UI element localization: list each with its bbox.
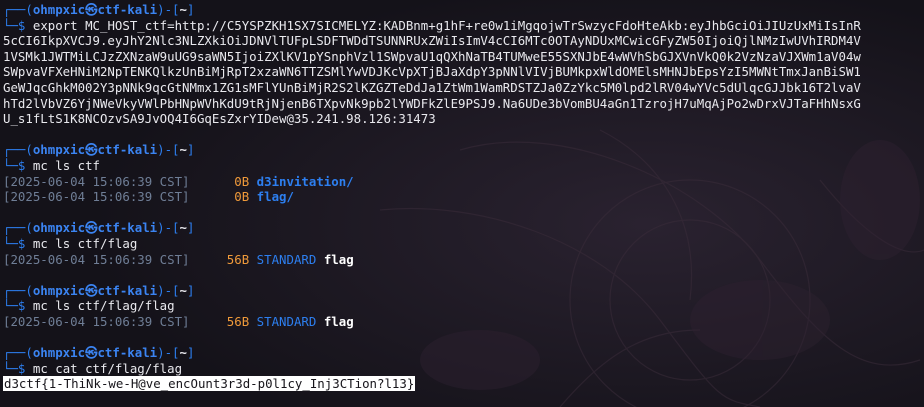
command-wrapped-text[interactable]: 5cCI6IkpXVCJ9.eyJhY2Nlc3NLZXkiOiJDNVlTUF…	[3, 33, 861, 48]
prompt-dollar: $	[17, 157, 26, 173]
command-wrapped-text[interactable]: U_s1fLtS1K8NCOzvSA9JvOQ4I6GqEsZxrYIDew@3…	[3, 111, 436, 126]
command-wrapped-text[interactable]: SWpvaVFXeHNiM2NpTENKQlkzUnBiMjRpT2xzaWN6…	[3, 64, 861, 79]
command-line: └─$ mc ls ctf/flag	[3, 236, 922, 252]
command-text[interactable]: mc ls ctf/flag/flag	[33, 298, 175, 313]
prompt-corner-top: ┌──(	[3, 220, 33, 236]
command-wrapped-text[interactable]: 1VSMk1JWTMiLCJzZXNzaW9uUG9saWN5IjoiZXlKV…	[3, 49, 861, 64]
command-wrapped-text[interactable]: GeWJqcGhkM002Y3pNNk9qcGtNMmx1ZG1sMFlYUnB…	[3, 80, 861, 95]
prompt-corner-bottom: └─	[3, 235, 18, 251]
prompt-username: ohmpxic	[32, 142, 86, 158]
listing-directory-name[interactable]: flag/	[257, 189, 294, 204]
prompt-corner-top: ┌──(	[3, 282, 33, 298]
prompt-dollar: $	[17, 360, 26, 376]
prompt-header: ┌──(ohmpxic㉿ctf-kali)-[~]	[3, 283, 922, 299]
command-text[interactable]: mc ls ctf/flag	[33, 236, 137, 251]
prompt-hostname: ctf-kali	[97, 2, 158, 17]
listing-size: 56B	[196, 251, 250, 267]
prompt-username: ohmpxic	[32, 282, 86, 298]
command-continuation: 1VSMk1JWTMiLCJzZXNzaW9uUG9saWN5IjoiZXlKV…	[3, 49, 922, 65]
command-wrapped-text[interactable]: hTd2lVbVZ6YjNWeVkyVWlPbHNpWVhKdU9tRjNjen…	[3, 96, 861, 111]
prompt-corner-top: ┌──(	[3, 345, 33, 361]
prompt-hostname: ctf-kali	[97, 220, 158, 236]
prompt-corner-top: ┌──(	[3, 142, 33, 158]
listing-file-name[interactable]: flag	[324, 252, 354, 267]
command-line: └─$ mc ls ctf	[3, 158, 922, 174]
listing-timestamp: [2025-06-04 15:06:39 CST]	[3, 251, 190, 267]
command-text[interactable]: mc ls ctf	[33, 158, 100, 173]
prompt-at-symbol: ㉿	[85, 142, 98, 158]
prompt-path: ~	[179, 282, 187, 298]
prompt-path: ~	[179, 2, 187, 17]
prompt-at-symbol: ㉿	[85, 2, 98, 17]
command-line: └─$ mc ls ctf/flag/flag	[3, 298, 922, 314]
prompt-corner-bottom: └─	[3, 157, 18, 173]
listing-size: 0B	[196, 173, 250, 189]
terminal-output[interactable]: ┌──(ohmpxic㉿ctf-kali)-[~] └─$ export MC_H…	[3, 2, 922, 392]
listing-storage-class: STANDARD	[256, 313, 317, 329]
listing-size: 56B	[196, 313, 250, 329]
prompt-bracket-close: ]	[187, 282, 195, 298]
prompt-corner-bottom: └─	[3, 360, 18, 376]
listing-row: [2025-06-04 15:06:39 CST] 56B STANDARD f…	[3, 252, 922, 268]
command-text[interactable]: mc cat ctf/flag/flag	[33, 361, 182, 376]
prompt-at-symbol: ㉿	[85, 345, 98, 361]
prompt-corner-top: ┌──(	[3, 2, 33, 17]
prompt-corner-bottom: └─	[3, 17, 18, 33]
command-text[interactable]: export MC_HOST_ctf=http://C5YSPZKH1SX7SI…	[33, 18, 861, 33]
listing-timestamp: [2025-06-04 15:06:39 CST]	[3, 313, 190, 329]
prompt-path: ~	[179, 142, 187, 158]
prompt-dollar: $	[17, 235, 26, 251]
command-continuation: U_s1fLtS1K8NCOzvSA9JvOQ4I6GqEsZxrYIDew@3…	[3, 111, 922, 127]
prompt-username: ohmpxic	[32, 2, 86, 17]
command-line: └─$ export MC_HOST_ctf=http://C5YSPZKH1S…	[3, 18, 922, 34]
listing-row: [2025-06-04 15:06:39 CST] 0B d3invitatio…	[3, 174, 922, 190]
prompt-at-symbol: ㉿	[85, 282, 98, 298]
prompt-header: ┌──(ohmpxic㉿ctf-kali)-[~]	[3, 220, 922, 236]
prompt-path: ~	[179, 345, 187, 361]
command-continuation: SWpvaVFXeHNiM2NpTENKQlkzUnBiMjRpT2xzaWN6…	[3, 64, 922, 80]
listing-directory-name[interactable]: d3invitation/	[257, 174, 354, 189]
prompt-bracket-open: )-[	[157, 2, 180, 17]
prompt-header: ┌──(ohmpxic㉿ctf-kali)-[~]	[3, 142, 922, 158]
prompt-corner-bottom: └─	[3, 298, 18, 314]
listing-row: [2025-06-04 15:06:39 CST] 0B flag/	[3, 189, 922, 205]
listing-storage-class: STANDARD	[256, 251, 317, 267]
prompt-hostname: ctf-kali	[97, 142, 158, 158]
prompt-bracket-close: ]	[187, 220, 195, 236]
command-continuation: hTd2lVbVZ6YjNWeVkyVWlPbHNpWVhKdU9tRjNjen…	[3, 96, 922, 112]
command-line: └─$ mc cat ctf/flag/flag	[3, 361, 922, 377]
cat-output: d3ctf{1-ThiNk-we-H@ve_encOunt3r3d-p0l1cy…	[3, 376, 922, 392]
prompt-header: ┌──(ohmpxic㉿ctf-kali)-[~]	[3, 2, 922, 18]
prompt-dollar: $	[17, 298, 26, 314]
prompt-bracket-open: )-[	[157, 142, 180, 158]
prompt-path: ~	[179, 220, 187, 236]
prompt-hostname: ctf-kali	[97, 282, 158, 298]
listing-file-name[interactable]: flag	[324, 314, 354, 329]
prompt-bracket-open: )-[	[157, 345, 180, 361]
command-continuation: GeWJqcGhkM002Y3pNNk9qcGtNMmx1ZG1sMFlYUnB…	[3, 80, 922, 96]
prompt-bracket-open: )-[	[157, 282, 180, 298]
listing-timestamp: [2025-06-04 15:06:39 CST]	[3, 173, 190, 189]
prompt-bracket-close: ]	[187, 142, 195, 158]
flag-output-text[interactable]: d3ctf{1-ThiNk-we-H@ve_encOunt3r3d-p0l1cy…	[3, 376, 416, 392]
prompt-bracket-close: ]	[187, 2, 195, 17]
prompt-bracket-close: ]	[187, 345, 195, 361]
prompt-username: ohmpxic	[32, 220, 86, 236]
prompt-dollar: $	[17, 17, 26, 33]
command-continuation: 5cCI6IkpXVCJ9.eyJhY2Nlc3NLZXkiOiJDNVlTUF…	[3, 33, 922, 49]
prompt-at-symbol: ㉿	[85, 220, 98, 236]
listing-row: [2025-06-04 15:06:39 CST] 56B STANDARD f…	[3, 314, 922, 330]
prompt-username: ohmpxic	[32, 345, 86, 361]
prompt-bracket-open: )-[	[157, 220, 180, 236]
prompt-header: ┌──(ohmpxic㉿ctf-kali)-[~]	[3, 345, 922, 361]
prompt-hostname: ctf-kali	[97, 345, 158, 361]
listing-size: 0B	[196, 189, 250, 205]
listing-timestamp: [2025-06-04 15:06:39 CST]	[3, 189, 190, 205]
